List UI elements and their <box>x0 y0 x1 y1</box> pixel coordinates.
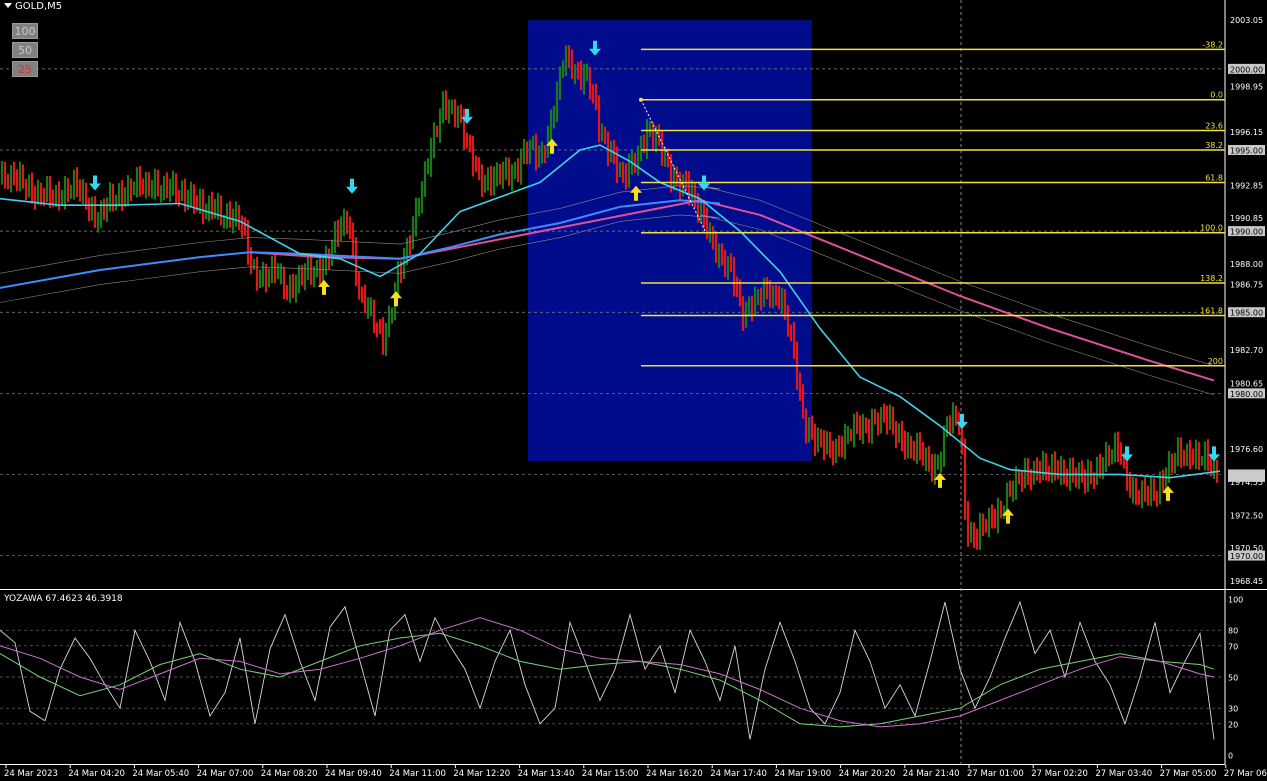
selection-rectangle[interactable] <box>528 20 812 462</box>
arrow-down-icon <box>89 175 101 191</box>
fib-level-label: 38.2 <box>1205 141 1223 150</box>
fib-level-label: 61.8 <box>1205 173 1223 182</box>
price-scale-label: 1998.95 <box>1230 82 1263 91</box>
fib-level-label: 161.8 <box>1200 306 1223 315</box>
price-scale-label: 1986.75 <box>1230 280 1263 289</box>
price-scale-label: 1980.65 <box>1230 379 1263 388</box>
price-scale-label: 1990.85 <box>1230 214 1263 223</box>
price-scale-label: 1968.45 <box>1230 577 1263 586</box>
time-axis-label: 24 Mar 13:40 <box>518 769 575 779</box>
fib-level-label: 138.2 <box>1200 274 1223 283</box>
price-chart[interactable]: -38.20.023.638.261.8100.0138.2161.820020… <box>0 0 1267 781</box>
time-axis-label: 24 Mar 2023 <box>4 769 58 779</box>
time-axis-label: 27 Mar 03:40 <box>1095 769 1152 779</box>
fib-level-label: -38.2 <box>1202 40 1223 49</box>
price-scale-label: 1985.00 <box>1230 309 1263 318</box>
time-axis-label: 24 Mar 19:00 <box>774 769 831 779</box>
osc-scale-label: 20 <box>1228 720 1238 729</box>
time-axis-label: 24 Mar 08:20 <box>261 769 318 779</box>
arrow-down-icon <box>461 108 473 124</box>
time-axis-label: 24 Mar 09:40 <box>325 769 382 779</box>
price-scale-label: 1995.00 <box>1230 147 1263 156</box>
time-axis-label: 24 Mar 16:20 <box>646 769 703 779</box>
time-axis-label: 24 Mar 11:00 <box>389 769 446 779</box>
price-scale-label: 1976.60 <box>1230 445 1263 454</box>
osc-scale-label: 70 <box>1228 642 1238 651</box>
fib-level-label: 100.0 <box>1200 224 1223 233</box>
osc-scale-label: 0 <box>1228 752 1233 761</box>
osc-scale-label: 100 <box>1228 596 1243 605</box>
arrow-down-icon <box>346 178 358 194</box>
price-scale-label: 1972.50 <box>1230 512 1263 521</box>
time-axis-label: 27 Mar 02:20 <box>1031 769 1088 779</box>
fib-anchor-point[interactable] <box>639 97 643 102</box>
time-axis-label: 24 Mar 21:40 <box>903 769 960 779</box>
time-axis-label: 24 Mar 07:00 <box>197 769 254 779</box>
osc-scale-label: 80 <box>1228 627 1238 636</box>
arrow-up-icon <box>390 291 402 307</box>
price-scale-label: 2003.05 <box>1230 16 1263 25</box>
time-axis-label: 24 Mar 15:00 <box>582 769 639 779</box>
price-scale-label: 1982.70 <box>1230 346 1263 355</box>
fib-level-label: 23.6 <box>1205 122 1223 131</box>
price-scale-label: 1990.00 <box>1230 228 1263 237</box>
price-scale-label: 1992.85 <box>1230 181 1263 190</box>
price-scale-label: 1980.00 <box>1230 390 1263 399</box>
time-axis-label: 24 Mar 04:20 <box>68 769 125 779</box>
symbol-text: GOLD,M5 <box>15 1 63 12</box>
arrow-down-icon <box>956 413 968 429</box>
symbol-label: GOLD,M5 <box>4 1 62 12</box>
time-axis-label: 24 Mar 20:20 <box>839 769 896 779</box>
osc-scale-label: 30 <box>1228 705 1238 714</box>
period-button-50[interactable]: 50 <box>12 42 38 58</box>
current-price-box <box>1228 471 1265 482</box>
arrow-down-icon <box>1208 446 1220 462</box>
time-axis-label: 27 Mar 06:2 <box>1224 769 1267 779</box>
price-scale-label: 1988.00 <box>1230 260 1263 269</box>
dropdown-triangle-icon[interactable] <box>4 3 12 8</box>
time-axis-label: 24 Mar 17:40 <box>710 769 767 779</box>
fib-level-label: 0.0 <box>1210 91 1223 100</box>
time-axis-label: 27 Mar 05:00 <box>1160 769 1217 779</box>
period-button-25[interactable]: 25 <box>12 61 38 77</box>
time-axis-label: 27 Mar 01:00 <box>967 769 1024 779</box>
price-scale-label: 2000.00 <box>1230 65 1263 74</box>
price-scale-label: 1996.15 <box>1230 128 1263 137</box>
oscillator-series-0 <box>0 600 1215 740</box>
oscillator-series-1 <box>0 632 1215 728</box>
price-scale-label: 1970.00 <box>1230 552 1263 561</box>
time-axis-label: 24 Mar 05:40 <box>132 769 189 779</box>
arrow-down-icon <box>1121 446 1133 462</box>
chart-window[interactable]: -38.2 0.0 23.6 38.2 61.8 100.0 138.2 161.8 200 20… <box>0 0 1267 781</box>
period-button-100[interactable]: 100 <box>12 23 38 39</box>
indicator-label: YOZAWA 67.4623 46.3918 <box>4 594 123 604</box>
osc-scale-label: 50 <box>1228 674 1238 683</box>
fib-level-label: 200 <box>1208 357 1223 366</box>
time-axis-label: 24 Mar 12:20 <box>453 769 510 779</box>
